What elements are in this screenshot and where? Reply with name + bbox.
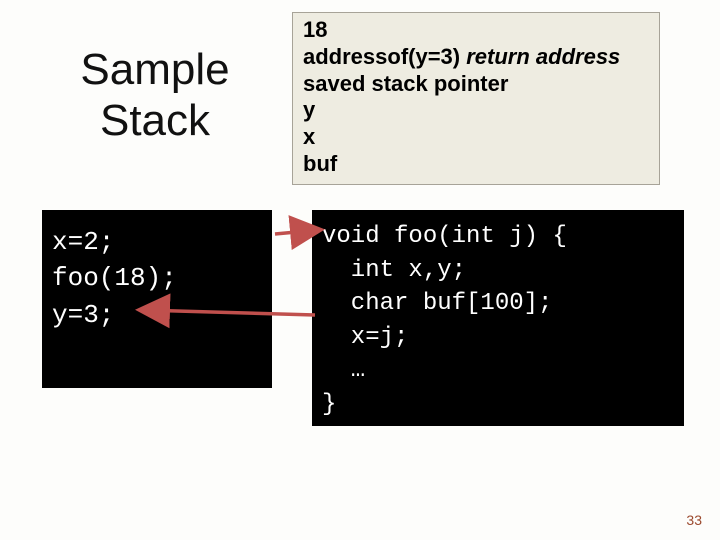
code-line: char buf[100]; — [322, 290, 552, 317]
code-line: } — [322, 391, 336, 418]
code-line: … — [322, 357, 365, 384]
stack-row-y: y — [303, 97, 649, 124]
stack-row-buf: buf — [303, 151, 649, 178]
code-line: foo(18); — [52, 263, 177, 293]
title-line-2: Stack — [100, 96, 210, 145]
stack-row-arg: 18 — [303, 17, 649, 44]
stack-row-return-address: addressof(y=3) return address — [303, 44, 649, 71]
stack-frame-box: 18 addressof(y=3) return address saved s… — [292, 12, 660, 185]
code-line: x=2; — [52, 227, 114, 257]
stack-row-saved-sp: saved stack pointer — [303, 71, 649, 98]
caller-code-block: x=2; foo(18); y=3; — [42, 210, 272, 388]
stack-row-x: x — [303, 124, 649, 151]
code-line: y=3; — [52, 300, 114, 330]
callee-code-block: void foo(int j) { int x,y; char buf[100]… — [312, 210, 684, 426]
slide-title: Sample Stack — [45, 45, 265, 146]
title-line-1: Sample — [80, 45, 229, 94]
page-number: 33 — [686, 512, 702, 528]
return-address-label: return address — [466, 44, 620, 69]
code-line: x=j; — [322, 324, 408, 351]
code-line: void foo(int j) { — [322, 223, 567, 250]
code-line: int x,y; — [322, 257, 466, 284]
